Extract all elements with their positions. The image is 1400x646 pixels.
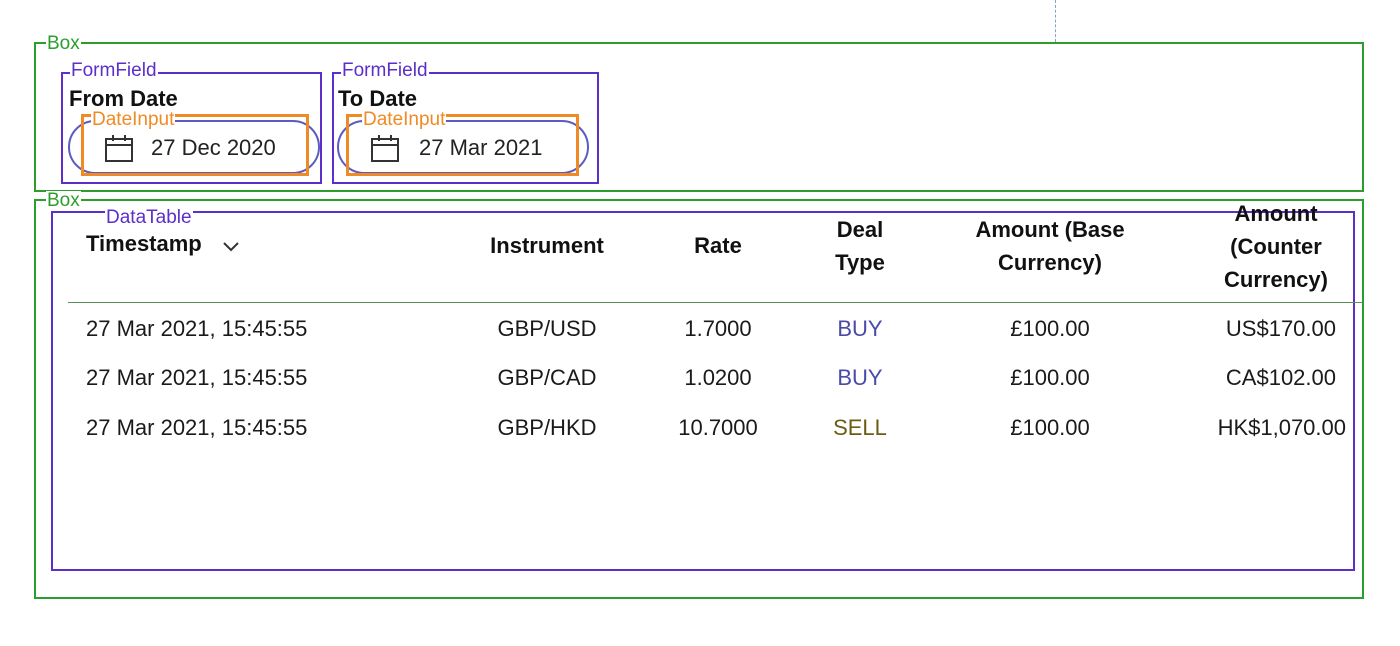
header-rate-label: Rate — [694, 233, 742, 258]
cell-deal-type: BUY — [837, 316, 883, 341]
header-base-amount-line-1: Amount (Base — [975, 217, 1125, 242]
cell-rate: 10.7000 — [678, 415, 758, 440]
header-counter-amount-line-2: (Counter — [1230, 234, 1322, 259]
header-deal-type-line-2: Type — [835, 250, 885, 275]
header-counter-amount-line-3: Currency) — [1224, 267, 1328, 292]
cell-rate: 1.0200 — [684, 365, 752, 390]
guide-line — [1055, 0, 1056, 42]
data-table-label: DataTable — [105, 207, 193, 228]
filter-box-label: Box — [46, 33, 81, 54]
cell-rate: 1.7000 — [684, 316, 752, 341]
header-instrument: Instrument — [467, 229, 627, 262]
cell-counter-amount: HK$1,070.00 — [1217, 415, 1346, 440]
header-instrument-label: Instrument — [490, 233, 604, 258]
header-counter-amount: Amount (Counter Currency) — [1186, 197, 1366, 296]
header-timestamp[interactable]: Timestamp — [86, 231, 240, 263]
calendar-icon — [105, 135, 133, 162]
header-deal-type: Deal Type — [800, 213, 920, 279]
header-divider — [68, 302, 1362, 303]
to-date-formfield-label: FormField — [341, 60, 429, 81]
from-date-formfield-label: FormField — [70, 60, 158, 81]
cell-timestamp: 27 Mar 2021, 15:45:55 — [86, 316, 308, 341]
header-timestamp-label: Timestamp — [86, 231, 202, 256]
cell-base-amount: £100.00 — [1010, 415, 1090, 440]
to-date-input-label: DateInput — [362, 109, 447, 130]
cell-base-amount: £100.00 — [1010, 316, 1090, 341]
header-counter-amount-line-1: Amount — [1234, 201, 1318, 226]
header-base-amount: Amount (Base Currency) — [945, 213, 1155, 279]
cell-counter-amount: US$170.00 — [1225, 316, 1336, 341]
cell-deal-type: SELL — [833, 415, 887, 440]
header-rate: Rate — [658, 229, 778, 262]
cell-instrument: GBP/CAD — [497, 365, 597, 390]
chevron-down-icon[interactable] — [222, 241, 240, 253]
cell-timestamp: 27 Mar 2021, 15:45:55 — [86, 415, 308, 440]
to-date-value[interactable]: 27 Mar 2021 — [419, 135, 543, 161]
cell-timestamp: 27 Mar 2021, 15:45:55 — [86, 365, 308, 390]
cell-base-amount: £100.00 — [1010, 365, 1090, 390]
cell-counter-amount: CA$102.00 — [1225, 365, 1336, 390]
calendar-icon — [371, 135, 399, 162]
cell-instrument: GBP/HKD — [497, 415, 597, 440]
data-table — [51, 211, 1355, 571]
table-box-label: Box — [46, 190, 81, 211]
cell-instrument: GBP/USD — [497, 316, 597, 341]
header-base-amount-line-2: Currency) — [998, 250, 1102, 275]
from-date-input-label: DateInput — [91, 109, 176, 130]
header-deal-type-line-1: Deal — [836, 217, 884, 242]
cell-deal-type: BUY — [837, 365, 883, 390]
from-date-value[interactable]: 27 Dec 2020 — [151, 135, 276, 161]
